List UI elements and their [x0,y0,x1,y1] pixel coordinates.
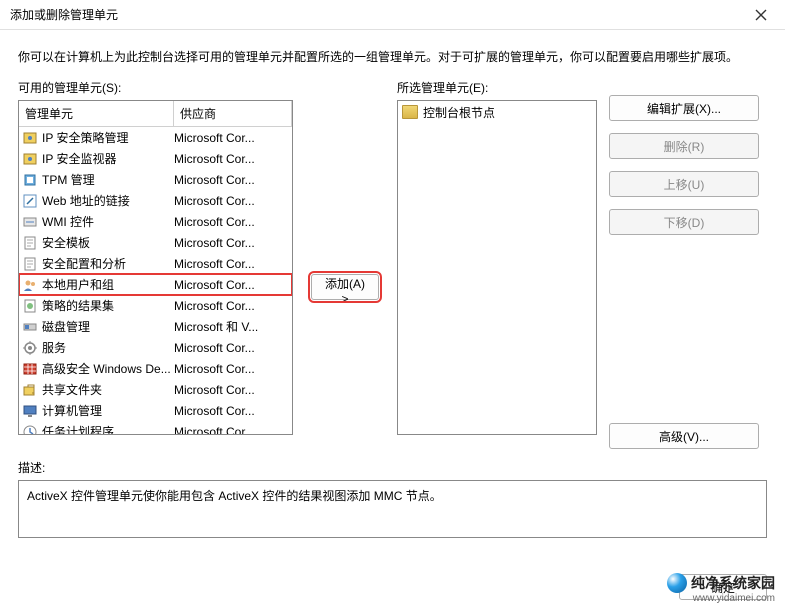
folder-icon [402,105,418,119]
dialog-description: 你可以在计算机上为此控制台选择可用的管理单元并配置所选的一组管理单元。对于可扩展… [0,30,785,75]
snapin-vendor: Microsoft Cor... [174,299,289,313]
snapin-vendor: Microsoft Cor... [174,236,289,250]
security-icon [22,151,38,167]
add-button[interactable]: 添加(A) > [311,274,379,300]
snapin-vendor: Microsoft Cor... [174,152,289,166]
watermark: 纯净系统家园 www.yidaimei.com [667,573,775,604]
snapin-name: 共享文件夹 [42,381,174,398]
snapin-name: IP 安全策略管理 [42,129,174,146]
snapin-name: 计算机管理 [42,402,174,419]
snapin-list: IP 安全策略管理Microsoft Cor...IP 安全监视器Microso… [19,127,292,435]
snapin-vendor: Microsoft Cor... [174,173,289,187]
console-root-label: 控制台根节点 [423,104,495,121]
description-label: 描述: [0,459,785,476]
content-area: 可用的管理单元(S): 管理单元 供应商 IP 安全策略管理Microsoft … [0,75,785,449]
snapin-vendor: Microsoft Cor... [174,362,289,376]
policy-icon [22,298,38,314]
snapin-name: 安全模板 [42,234,174,251]
move-up-button[interactable]: 上移(U) [609,171,759,197]
wmi-icon [22,214,38,230]
remove-button[interactable]: 删除(R) [609,133,759,159]
titlebar: 添加或删除管理单元 [0,0,785,30]
snapin-row[interactable]: WMI 控件Microsoft Cor... [19,211,292,232]
security-icon [22,130,38,146]
middle-column: 添加(A) > [305,75,385,449]
snapin-name: IP 安全监视器 [42,150,174,167]
snapin-row[interactable]: 服务Microsoft Cor... [19,337,292,358]
description-box: ActiveX 控件管理单元使你能用包含 ActiveX 控件的结果视图添加 M… [18,480,767,538]
available-snapins-listbox[interactable]: 管理单元 供应商 IP 安全策略管理Microsoft Cor...IP 安全监… [18,100,293,435]
task-icon [22,424,38,436]
firewall-icon [22,361,38,377]
link-icon [22,193,38,209]
available-snapins-section: 可用的管理单元(S): 管理单元 供应商 IP 安全策略管理Microsoft … [18,75,293,449]
snapin-name: 高级安全 Windows De... [42,360,174,377]
snapin-vendor: Microsoft Cor... [174,278,289,292]
selected-label: 所选管理单元(E): [397,79,597,96]
template-icon [22,256,38,272]
list-header[interactable]: 管理单元 供应商 [19,101,292,127]
snapin-row[interactable]: IP 安全监视器Microsoft Cor... [19,148,292,169]
share-icon [22,382,38,398]
tpm-icon [22,172,38,188]
snapin-row[interactable]: 本地用户和组Microsoft Cor... [19,274,292,295]
snapin-row[interactable]: 任务计划程序Microsoft Cor... [19,421,292,435]
snapin-vendor: Microsoft Cor... [174,404,289,418]
snapin-row[interactable]: 共享文件夹Microsoft Cor... [19,379,292,400]
snapin-row[interactable]: 计算机管理Microsoft Cor... [19,400,292,421]
services-icon [22,340,38,356]
watermark-logo-icon [667,573,687,593]
snapin-row[interactable]: 安全模板Microsoft Cor... [19,232,292,253]
snapin-name: 任务计划程序 [42,423,174,435]
selected-snapins-listbox[interactable]: 控制台根节点 [397,100,597,435]
col-header-unit[interactable]: 管理单元 [19,101,174,126]
snapin-name: 安全配置和分析 [42,255,174,272]
watermark-name: 纯净系统家园 [691,573,775,593]
snapin-row[interactable]: 磁盘管理Microsoft 和 V... [19,316,292,337]
snapin-name: 策略的结果集 [42,297,174,314]
snapin-name: 服务 [42,339,174,356]
snapin-vendor: Microsoft Cor... [174,194,289,208]
snapin-vendor: Microsoft Cor... [174,131,289,145]
snapin-vendor: Microsoft Cor... [174,383,289,397]
snapin-name: TPM 管理 [42,171,174,188]
snapin-name: 磁盘管理 [42,318,174,335]
snapin-vendor: Microsoft Cor... [174,425,289,436]
snapin-row[interactable]: 安全配置和分析Microsoft Cor... [19,253,292,274]
move-down-button[interactable]: 下移(D) [609,209,759,235]
snapin-vendor: Microsoft Cor... [174,257,289,271]
action-buttons-column: 编辑扩展(X)... 删除(R) 上移(U) 下移(D) 高级(V)... [609,75,759,449]
snapin-row[interactable]: 策略的结果集Microsoft Cor... [19,295,292,316]
close-button[interactable] [745,3,777,27]
snapin-row[interactable]: IP 安全策略管理Microsoft Cor... [19,127,292,148]
snapin-row[interactable]: TPM 管理Microsoft Cor... [19,169,292,190]
snapin-name: WMI 控件 [42,213,174,230]
available-label: 可用的管理单元(S): [18,79,293,96]
selected-snapins-section: 所选管理单元(E): 控制台根节点 [397,75,597,449]
users-icon [22,277,38,293]
edit-extensions-button[interactable]: 编辑扩展(X)... [609,95,759,121]
snapin-name: 本地用户和组 [42,276,174,293]
template-icon [22,235,38,251]
watermark-url: www.yidaimei.com [693,593,775,604]
window-title: 添加或删除管理单元 [10,6,118,23]
advanced-button[interactable]: 高级(V)... [609,423,759,449]
snapin-vendor: Microsoft Cor... [174,215,289,229]
snapin-vendor: Microsoft 和 V... [174,318,289,335]
spacer [609,247,759,411]
disk-icon [22,319,38,335]
snapin-vendor: Microsoft Cor... [174,341,289,355]
snapin-row[interactable]: 高级安全 Windows De...Microsoft Cor... [19,358,292,379]
console-root-row[interactable]: 控制台根节点 [398,101,596,123]
snapin-name: Web 地址的链接 [42,192,174,209]
col-header-vendor[interactable]: 供应商 [174,101,292,126]
computer-icon [22,403,38,419]
snapin-row[interactable]: Web 地址的链接Microsoft Cor... [19,190,292,211]
